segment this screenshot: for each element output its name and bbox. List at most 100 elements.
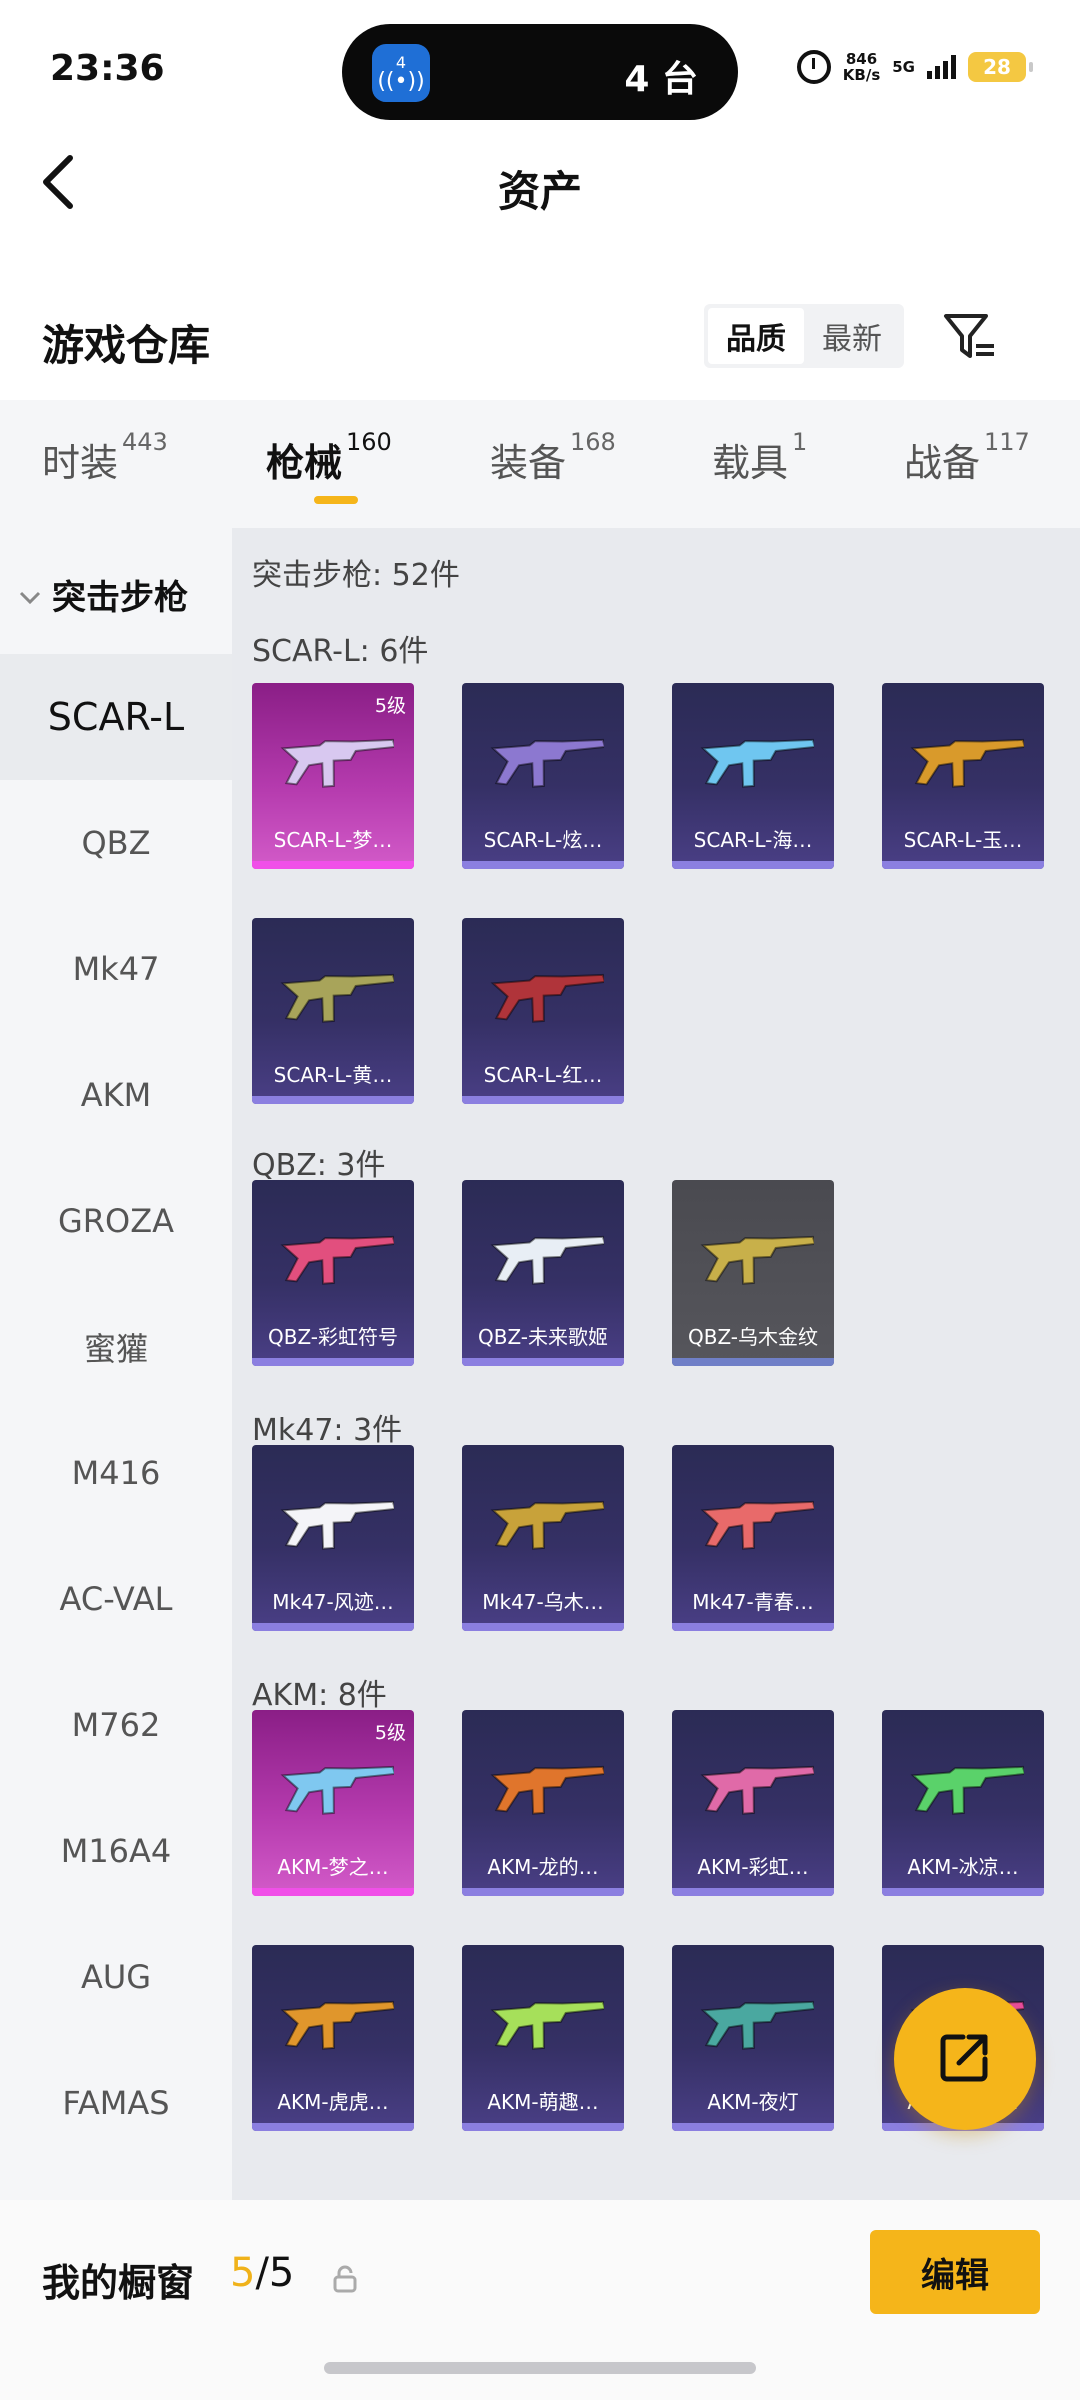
weapon-card-label: SCAR-L-梦… (273, 828, 393, 852)
rarity-bar (252, 1096, 414, 1104)
weapon-card-label: Mk47-青春… (692, 1590, 814, 1614)
sidebar-item-groza[interactable]: GROZA (0, 1158, 232, 1284)
tab-count: 443 (122, 428, 168, 456)
sidebar-item-ac-val[interactable]: AC-VAL (0, 1536, 232, 1662)
rarity-bar (462, 1888, 624, 1896)
page-title: 资产 (497, 167, 582, 216)
weapon-skin-image (490, 1235, 604, 1285)
sidebar-category[interactable]: 突击步枪 (18, 570, 188, 619)
tab-vehicles[interactable]: 载具 1 (712, 428, 807, 487)
sort-toggle: 品质 最新 (704, 304, 904, 368)
sidebar-item-honey-badger[interactable]: 蜜獾 (0, 1284, 232, 1410)
weapon-card-label: SCAR-L-玉… (903, 828, 1023, 852)
weapon-card[interactable]: AKM-虎虎… (252, 1945, 414, 2131)
group-title: QBZ: 3件 (252, 1148, 386, 1183)
share-button[interactable] (894, 1988, 1036, 2130)
weapon-card-label: QBZ-彩虹符号 (267, 1325, 399, 1349)
weapon-card[interactable]: SCAR-L-红… (462, 918, 624, 1104)
group-title: Mk47: 3件 (252, 1413, 403, 1448)
weapon-skin-image (700, 738, 814, 788)
weapon-skin-image (490, 1765, 604, 1815)
tab-supplies[interactable]: 战备 117 (904, 428, 1030, 487)
weapon-card-label: Mk47-风迹… (272, 1590, 394, 1614)
weapon-skin-image (700, 2000, 814, 2050)
level-badge: 5级 (374, 695, 406, 717)
sidebar-item-mk47[interactable]: Mk47 (0, 906, 232, 1032)
weapon-card-label: AKM-虎虎… (277, 2090, 389, 2114)
net-speed-unit: KB/s (842, 66, 881, 84)
weapon-card[interactable]: 5级 SCAR-L-梦… (252, 683, 414, 869)
weapon-card-label: Mk47-乌木… (482, 1590, 604, 1614)
weapon-card-label: SCAR-L-炫… (483, 828, 603, 852)
weapon-card-label: AKM-彩虹… (697, 1855, 809, 1879)
sidebar-item-aug[interactable]: AUG (0, 1914, 232, 2040)
net-speed-value: 846 (845, 50, 878, 68)
showcase-count: 5/5 (230, 2250, 294, 2296)
sidebar-item-famas[interactable]: FAMAS (0, 2040, 232, 2166)
weapon-card[interactable]: SCAR-L-海… (672, 683, 834, 869)
chevron-down-icon (18, 575, 42, 615)
weapon-card-label: SCAR-L-黄… (273, 1063, 393, 1087)
weapon-card-label: AKM-萌趣… (487, 2090, 599, 2114)
weapon-card[interactable]: 5级 AKM-梦之… (252, 1710, 414, 1896)
weapon-card[interactable]: AKM-冰凉… (882, 1710, 1044, 1896)
weapon-card[interactable]: AKM-夜灯 (672, 1945, 834, 2131)
weapon-card[interactable]: SCAR-L-玉… (882, 683, 1044, 869)
weapon-card[interactable]: AKM-萌趣… (462, 1945, 624, 2131)
lock-icon[interactable] (330, 2264, 360, 2294)
sidebar-item-m762[interactable]: M762 (0, 1662, 232, 1788)
weapon-card-label: QBZ-未来歌姬 (477, 1325, 609, 1349)
weapon-skin-image (280, 2000, 394, 2050)
tab-guns[interactable]: 枪械 160 (266, 428, 392, 487)
sort-option-newest[interactable]: 最新 (804, 308, 900, 364)
weapon-card[interactable]: QBZ-彩虹符号 (252, 1180, 414, 1366)
tab-fashion[interactable]: 时装 443 (42, 428, 168, 487)
rarity-bar (882, 861, 1044, 869)
weapon-card-label: SCAR-L-红… (483, 1063, 603, 1087)
category-tabs: 时装 443 枪械 160 装备 168 载具 1 战备 117 (0, 400, 1080, 528)
weapon-grid: 突击步枪: 52件 SCAR-L: 6件 5级 SCAR-L-梦… SCAR-L-炫…… (232, 528, 1080, 2200)
edit-button[interactable]: 编辑 (870, 2230, 1040, 2314)
weapon-card[interactable]: Mk47-青春… (672, 1445, 834, 1631)
sidebar-item-m16a4[interactable]: M16A4 (0, 1788, 232, 1914)
sidebar-item-akm[interactable]: AKM (0, 1032, 232, 1158)
sort-option-quality[interactable]: 品质 (708, 308, 804, 364)
sidebar-item-m416[interactable]: M416 (0, 1410, 232, 1536)
rarity-bar (672, 2123, 834, 2131)
weapon-card[interactable]: Mk47-风迹… (252, 1445, 414, 1631)
share-icon (935, 2027, 995, 2091)
showcase-title: 我的橱窗 (42, 2261, 195, 2305)
dynamic-island[interactable]: 4 ((•)) 4 台 (342, 24, 738, 120)
filter-icon[interactable] (942, 310, 998, 366)
home-indicator[interactable] (324, 2362, 756, 2374)
weapon-skin-image (490, 973, 604, 1023)
signal-icon (927, 55, 956, 79)
rarity-bar (462, 861, 624, 869)
rarity-bar (672, 861, 834, 869)
tab-equipment[interactable]: 装备 168 (490, 428, 616, 487)
weapon-card[interactable]: QBZ-乌木金纹 (672, 1180, 834, 1366)
showcase-count-current: 5 (230, 2250, 256, 2296)
showcase-count-total: /5 (255, 2250, 295, 2296)
weapon-card[interactable]: QBZ-未来歌姬 (462, 1180, 624, 1366)
weapon-card[interactable]: Mk47-乌木… (462, 1445, 624, 1631)
active-tab-indicator (314, 496, 358, 504)
weapon-card[interactable]: SCAR-L-黄… (252, 918, 414, 1104)
rarity-bar (462, 1623, 624, 1631)
weapon-card-label: AKM-夜灯 (707, 2090, 799, 2114)
sidebar-item-scar-l[interactable]: SCAR-L (0, 654, 232, 780)
weapon-skin-image (280, 973, 394, 1023)
sidebar-item-qbz[interactable]: QBZ (0, 780, 232, 906)
weapon-card[interactable]: AKM-龙的… (462, 1710, 624, 1896)
weapon-card[interactable]: SCAR-L-炫… (462, 683, 624, 869)
weapon-card[interactable]: AKM-彩虹… (672, 1710, 834, 1896)
status-bar: 23:36 4 ((•)) 4 台 846 KB/s 5G 28 (0, 0, 1080, 130)
tab-count: 160 (346, 428, 392, 456)
tab-count: 1 (792, 428, 808, 456)
weapon-skin-image (490, 1500, 604, 1550)
rarity-bar (672, 1888, 834, 1896)
tab-label: 枪械 (266, 441, 343, 485)
status-time: 23:36 (50, 48, 165, 89)
group-title: AKM: 8件 (252, 1678, 387, 1713)
weapon-card-label: QBZ-乌木金纹 (687, 1325, 819, 1349)
